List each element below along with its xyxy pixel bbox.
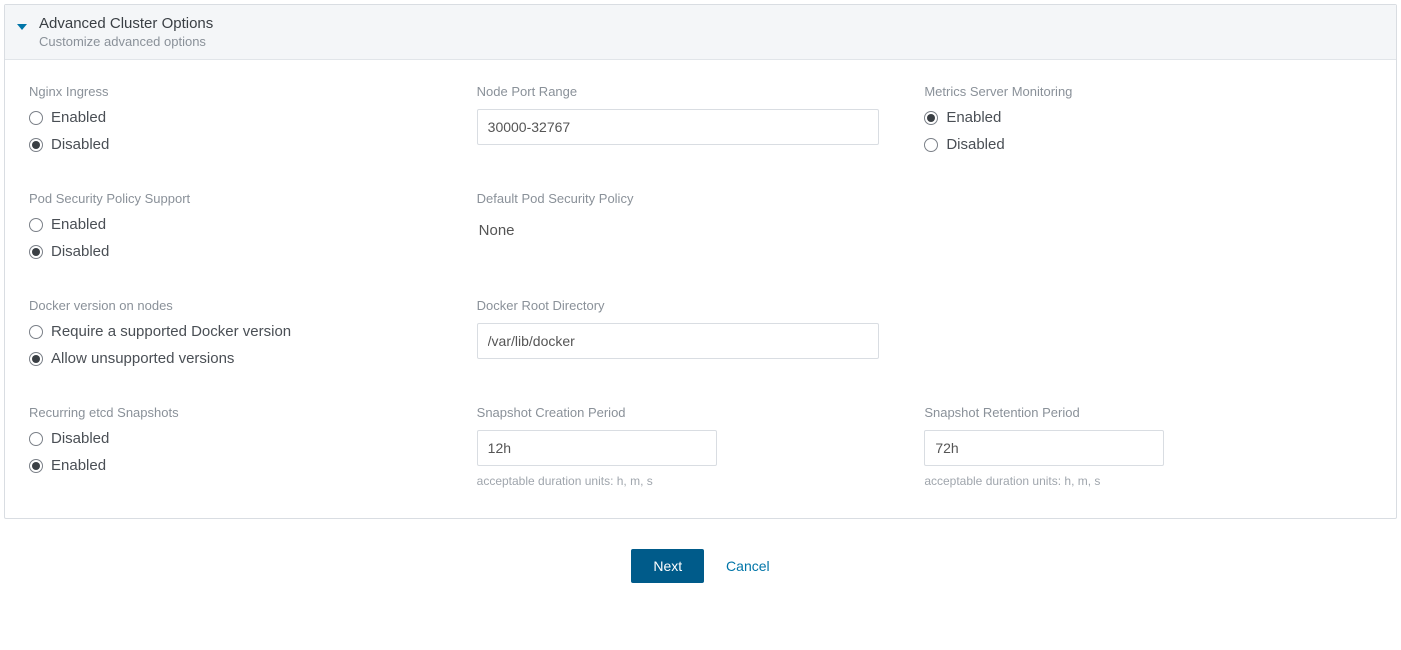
nginx-ingress-label: Nginx Ingress [29,84,453,99]
metrics-server-disabled-radio[interactable]: Disabled [924,136,1348,153]
docker-root-input[interactable] [477,323,879,359]
radio-icon [29,111,43,125]
radio-icon [29,432,43,446]
radio-label: Enabled [51,457,106,474]
radio-label: Disabled [51,243,109,260]
cancel-button[interactable]: Cancel [726,558,770,574]
panel-header[interactable]: Advanced Cluster Options Customize advan… [5,5,1396,60]
nginx-ingress-disabled-radio[interactable]: Disabled [29,136,453,153]
node-port-range-label: Node Port Range [477,84,901,99]
radio-icon [29,218,43,232]
radio-label: Allow unsupported versions [51,350,234,367]
chevron-down-icon [17,24,27,30]
radio-icon [29,245,43,259]
etcd-snapshots-disabled-radio[interactable]: Disabled [29,430,453,447]
radio-label: Enabled [946,109,1001,126]
pod-security-enabled-radio[interactable]: Enabled [29,216,453,233]
radio-label: Disabled [51,430,109,447]
docker-version-allow-radio[interactable]: Allow unsupported versions [29,350,453,367]
panel-title: Advanced Cluster Options [39,15,213,32]
snapshot-creation-hint: acceptable duration units: h, m, s [477,474,901,488]
panel-body: Nginx Ingress Enabled Disabled Node Port… [5,60,1396,518]
advanced-cluster-panel: Advanced Cluster Options Customize advan… [4,4,1397,519]
metrics-server-label: Metrics Server Monitoring [924,84,1348,99]
snapshot-retention-label: Snapshot Retention Period [924,405,1348,420]
etcd-snapshots-enabled-radio[interactable]: Enabled [29,457,453,474]
radio-icon [924,138,938,152]
docker-root-label: Docker Root Directory [477,298,901,313]
snapshot-retention-input[interactable] [924,430,1164,466]
radio-icon [29,352,43,366]
node-port-range-input[interactable] [477,109,879,145]
radio-label: Disabled [946,136,1004,153]
etcd-snapshots-label: Recurring etcd Snapshots [29,405,453,420]
nginx-ingress-enabled-radio[interactable]: Enabled [29,109,453,126]
radio-label: Enabled [51,216,106,233]
radio-icon [29,138,43,152]
next-button[interactable]: Next [631,549,704,583]
radio-label: Enabled [51,109,106,126]
docker-version-require-radio[interactable]: Require a supported Docker version [29,323,453,340]
metrics-server-enabled-radio[interactable]: Enabled [924,109,1348,126]
snapshot-creation-label: Snapshot Creation Period [477,405,901,420]
default-pod-security-value: None [477,216,901,245]
radio-label: Disabled [51,136,109,153]
docker-version-label: Docker version on nodes [29,298,453,313]
radio-icon [924,111,938,125]
radio-icon [29,325,43,339]
radio-icon [29,459,43,473]
pod-security-support-label: Pod Security Policy Support [29,191,453,206]
snapshot-creation-input[interactable] [477,430,717,466]
footer-actions: Next Cancel [0,523,1401,593]
panel-subtitle: Customize advanced options [39,34,213,49]
default-pod-security-label: Default Pod Security Policy [477,191,901,206]
snapshot-retention-hint: acceptable duration units: h, m, s [924,474,1348,488]
radio-label: Require a supported Docker version [51,323,291,340]
pod-security-disabled-radio[interactable]: Disabled [29,243,453,260]
